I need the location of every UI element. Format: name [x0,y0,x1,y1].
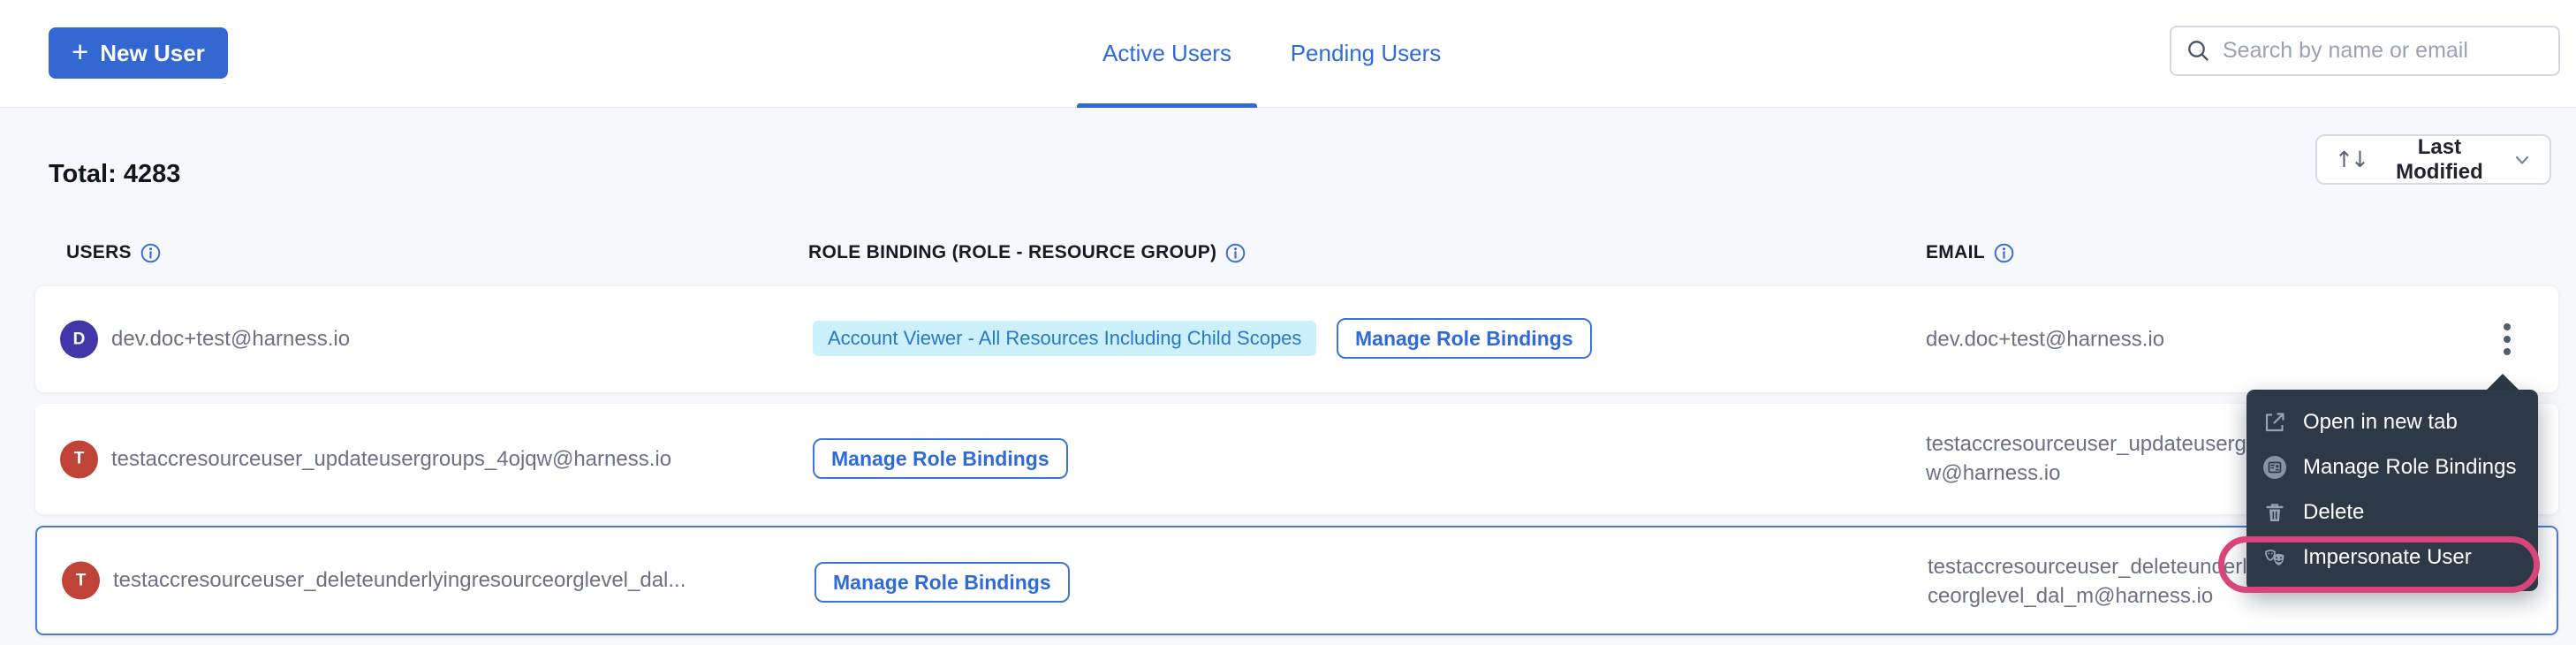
kebab-dot [2504,336,2511,343]
impersonate-user-icon [2262,544,2288,571]
menu-item-manage-role-bindings[interactable]: Manage Role Bindings [2246,444,2538,489]
sort-dropdown-value: Last Modified [2380,135,2499,185]
menu-item-delete[interactable]: Delete [2246,489,2538,535]
active-tab-underline [1077,103,1257,108]
tab-pending-users-label: Pending Users [1291,40,1442,67]
column-header-email-label: EMAIL [1926,242,1985,263]
manage-role-bindings-button[interactable]: Manage Role Bindings [1337,318,1592,359]
tab-active-users-label: Active Users [1102,40,1231,67]
avatar-letter: T [76,571,87,590]
menu-item-label: Open in new tab [2303,410,2458,435]
manage-role-bindings-button[interactable]: Manage Role Bindings [814,562,1070,603]
page-header: + New User Active Users Pending Users [0,0,2576,108]
search-icon [2186,38,2211,64]
user-email-line: dev.doc+test@harness.io [1926,325,2164,354]
column-header-role-binding: ROLE BINDING (ROLE - RESOURCE GROUP) [808,242,1246,263]
table-row[interactable]: T testaccresourceuser_updateusergroups_4… [35,404,2558,514]
delete-icon [2262,499,2288,526]
sort-dropdown[interactable]: ↑↓ Last Modified [2315,134,2551,185]
manage-role-bindings-button[interactable]: Manage Role Bindings [813,438,1068,479]
kebab-dot [2504,348,2511,355]
user-name: testaccresourceuser_deleteunderlyingreso… [113,568,686,593]
search-box[interactable] [2170,26,2560,76]
new-user-button[interactable]: + New User [49,27,228,79]
column-header-users-label: USERS [66,242,132,263]
row-actions-menu: Open in new tab Manage Role Bindings Del… [2246,390,2538,591]
avatar: T [62,562,100,600]
menu-item-label: Delete [2303,500,2364,525]
menu-item-label: Manage Role Bindings [2303,455,2517,480]
user-name: dev.doc+test@harness.io [111,327,350,352]
avatar-letter: T [74,450,85,469]
role-binding-chip: Account Viewer - All Resources Including… [813,321,1316,356]
sort-arrows-icon: ↑↓ [2335,147,2367,172]
menu-item-label: Impersonate User [2303,545,2472,570]
avatar-letter: D [73,330,86,349]
total-count-label: Total: 4283 [49,160,180,189]
context-menu-arrow [2486,374,2519,391]
user-name: testaccresourceuser_updateusergroups_4oj… [111,447,671,472]
search-input[interactable] [2223,38,2544,64]
manage-role-bindings-icon [2262,454,2288,481]
tab-active-users[interactable]: Active Users [1077,0,1257,107]
table-row[interactable]: D dev.doc+test@harness.io Account Viewer… [35,286,2558,392]
table-row-selected[interactable]: T testaccresourceuser_deleteunderlyingre… [35,526,2558,635]
chevron-down-icon [2512,150,2532,170]
new-user-button-label: New User [100,40,205,67]
column-header-role-binding-label: ROLE BINDING (ROLE - RESOURCE GROUP) [808,242,1216,263]
row-options-kebab-icon[interactable] [2484,316,2530,362]
menu-item-impersonate-user[interactable]: Impersonate User [2246,535,2538,580]
avatar: T [60,440,98,478]
avatar: D [60,321,98,359]
menu-item-open-in-new-tab[interactable]: Open in new tab [2246,399,2538,444]
info-icon[interactable] [1994,243,2014,263]
info-icon[interactable] [1225,243,1246,263]
open-in-new-tab-icon [2262,409,2288,436]
kebab-dot [2504,323,2511,330]
tab-pending-users[interactable]: Pending Users [1277,0,1454,107]
info-icon[interactable] [140,243,161,263]
plus-icon: + [72,37,88,66]
column-header-users: USERS [66,242,161,263]
user-email: dev.doc+test@harness.io [1926,325,2164,354]
column-header-email: EMAIL [1926,242,2014,263]
